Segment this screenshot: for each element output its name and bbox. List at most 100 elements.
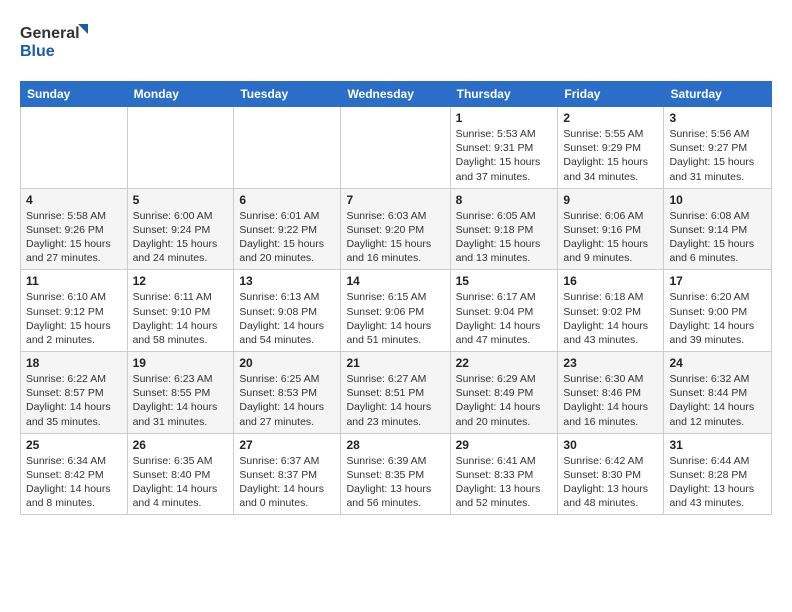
day-info: Sunrise: 6:41 AM Sunset: 8:33 PM Dayligh… [456, 454, 553, 511]
day-number: 25 [26, 438, 122, 452]
day-info: Sunrise: 5:55 AM Sunset: 9:29 PM Dayligh… [563, 127, 658, 184]
header: General Blue [20, 16, 772, 71]
logo-icon: General Blue [20, 16, 90, 66]
day-number: 24 [669, 356, 766, 370]
calendar-cell: 8 Sunrise: 6:05 AM Sunset: 9:18 PM Daylig… [450, 188, 558, 270]
day-info: Sunrise: 6:34 AM Sunset: 8:42 PM Dayligh… [26, 454, 122, 511]
calendar-cell: 11 Sunrise: 6:10 AM Sunset: 9:12 PM Dayli… [21, 270, 128, 352]
day-number: 21 [346, 356, 444, 370]
day-info: Sunrise: 6:08 AM Sunset: 9:14 PM Dayligh… [669, 209, 766, 266]
day-info: Sunrise: 6:42 AM Sunset: 8:30 PM Dayligh… [563, 454, 658, 511]
weekday-header-monday: Monday [127, 82, 234, 107]
svg-text:General: General [20, 25, 80, 42]
day-info: Sunrise: 6:27 AM Sunset: 8:51 PM Dayligh… [346, 372, 444, 429]
calendar-cell: 27 Sunrise: 6:37 AM Sunset: 8:37 PM Dayli… [234, 433, 341, 515]
calendar-cell: 24 Sunrise: 6:32 AM Sunset: 8:44 PM Dayli… [664, 352, 772, 434]
calendar-cell: 15Sunrise: 6:17 AM Sunset: 9:04 PM Dayli… [450, 270, 558, 352]
day-number: 11 [26, 274, 122, 288]
day-number: 7 [346, 193, 444, 207]
calendar-week-2: 4Sunrise: 5:58 AM Sunset: 9:26 PM Daylig… [21, 188, 772, 270]
calendar-cell: 13 Sunrise: 6:13 AM Sunset: 9:08 PM Dayli… [234, 270, 341, 352]
day-number: 8 [456, 193, 553, 207]
calendar-cell: 25 Sunrise: 6:34 AM Sunset: 8:42 PM Dayli… [21, 433, 128, 515]
day-info: Sunrise: 6:00 AM Sunset: 9:24 PM Dayligh… [133, 209, 229, 266]
day-number: 3 [669, 111, 766, 125]
day-info: Sunrise: 6:06 AM Sunset: 9:16 PM Dayligh… [563, 209, 658, 266]
calendar-cell [234, 107, 341, 189]
logo: General Blue [20, 16, 90, 71]
day-number: 17 [669, 274, 766, 288]
weekday-header-thursday: Thursday [450, 82, 558, 107]
svg-text:Blue: Blue [20, 43, 55, 60]
calendar-cell: 23Sunrise: 6:30 AM Sunset: 8:46 PM Dayli… [558, 352, 664, 434]
day-info: Sunrise: 6:05 AM Sunset: 9:18 PM Dayligh… [456, 209, 553, 266]
day-number: 5 [133, 193, 229, 207]
day-number: 30 [563, 438, 658, 452]
calendar-cell: 31 Sunrise: 6:44 AM Sunset: 8:28 PM Dayli… [664, 433, 772, 515]
calendar-cell: 18 Sunrise: 6:22 AM Sunset: 8:57 PM Dayli… [21, 352, 128, 434]
day-info: Sunrise: 6:11 AM Sunset: 9:10 PM Dayligh… [133, 290, 229, 347]
calendar-table: SundayMondayTuesdayWednesdayThursdayFrid… [20, 81, 772, 515]
calendar-cell: 28Sunrise: 6:39 AM Sunset: 8:35 PM Dayli… [341, 433, 450, 515]
calendar-cell: 12 Sunrise: 6:11 AM Sunset: 9:10 PM Dayli… [127, 270, 234, 352]
day-info: Sunrise: 6:23 AM Sunset: 8:55 PM Dayligh… [133, 372, 229, 429]
day-info: Sunrise: 5:58 AM Sunset: 9:26 PM Dayligh… [26, 209, 122, 266]
page: General Blue SundayMondayTuesdayWednesda… [0, 0, 792, 612]
day-info: Sunrise: 6:35 AM Sunset: 8:40 PM Dayligh… [133, 454, 229, 511]
day-info: Sunrise: 5:53 AM Sunset: 9:31 PM Dayligh… [456, 127, 553, 184]
day-number: 23 [563, 356, 658, 370]
calendar-cell: 22Sunrise: 6:29 AM Sunset: 8:49 PM Dayli… [450, 352, 558, 434]
calendar-cell [127, 107, 234, 189]
day-info: Sunrise: 5:56 AM Sunset: 9:27 PM Dayligh… [669, 127, 766, 184]
day-number: 22 [456, 356, 553, 370]
day-number: 2 [563, 111, 658, 125]
day-number: 14 [346, 274, 444, 288]
calendar-cell: 9Sunrise: 6:06 AM Sunset: 9:16 PM Daylig… [558, 188, 664, 270]
day-info: Sunrise: 6:32 AM Sunset: 8:44 PM Dayligh… [669, 372, 766, 429]
day-info: Sunrise: 6:18 AM Sunset: 9:02 PM Dayligh… [563, 290, 658, 347]
day-info: Sunrise: 6:44 AM Sunset: 8:28 PM Dayligh… [669, 454, 766, 511]
day-number: 6 [239, 193, 335, 207]
calendar-cell: 21 Sunrise: 6:27 AM Sunset: 8:51 PM Dayli… [341, 352, 450, 434]
calendar-cell: 17 Sunrise: 6:20 AM Sunset: 9:00 PM Dayli… [664, 270, 772, 352]
day-info: Sunrise: 6:37 AM Sunset: 8:37 PM Dayligh… [239, 454, 335, 511]
calendar-cell: 5 Sunrise: 6:00 AM Sunset: 9:24 PM Daylig… [127, 188, 234, 270]
day-info: Sunrise: 6:25 AM Sunset: 8:53 PM Dayligh… [239, 372, 335, 429]
weekday-header-sunday: Sunday [21, 82, 128, 107]
day-number: 15 [456, 274, 553, 288]
day-info: Sunrise: 6:15 AM Sunset: 9:06 PM Dayligh… [346, 290, 444, 347]
day-info: Sunrise: 6:03 AM Sunset: 9:20 PM Dayligh… [346, 209, 444, 266]
calendar-cell: 4Sunrise: 5:58 AM Sunset: 9:26 PM Daylig… [21, 188, 128, 270]
day-number: 13 [239, 274, 335, 288]
day-number: 27 [239, 438, 335, 452]
day-info: Sunrise: 6:13 AM Sunset: 9:08 PM Dayligh… [239, 290, 335, 347]
day-info: Sunrise: 6:01 AM Sunset: 9:22 PM Dayligh… [239, 209, 335, 266]
day-info: Sunrise: 6:22 AM Sunset: 8:57 PM Dayligh… [26, 372, 122, 429]
calendar-cell: 10Sunrise: 6:08 AM Sunset: 9:14 PM Dayli… [664, 188, 772, 270]
calendar-cell [21, 107, 128, 189]
day-info: Sunrise: 6:10 AM Sunset: 9:12 PM Dayligh… [26, 290, 122, 347]
day-number: 29 [456, 438, 553, 452]
calendar-cell: 2 Sunrise: 5:55 AM Sunset: 9:29 PM Daylig… [558, 107, 664, 189]
day-number: 31 [669, 438, 766, 452]
calendar-cell: 1Sunrise: 5:53 AM Sunset: 9:31 PM Daylig… [450, 107, 558, 189]
calendar-cell: 19Sunrise: 6:23 AM Sunset: 8:55 PM Dayli… [127, 352, 234, 434]
calendar-cell: 6 Sunrise: 6:01 AM Sunset: 9:22 PM Daylig… [234, 188, 341, 270]
calendar-week-5: 25 Sunrise: 6:34 AM Sunset: 8:42 PM Dayli… [21, 433, 772, 515]
weekday-header-friday: Friday [558, 82, 664, 107]
day-info: Sunrise: 6:20 AM Sunset: 9:00 PM Dayligh… [669, 290, 766, 347]
day-number: 20 [239, 356, 335, 370]
day-number: 12 [133, 274, 229, 288]
day-number: 16 [563, 274, 658, 288]
calendar-cell: 20 Sunrise: 6:25 AM Sunset: 8:53 PM Dayli… [234, 352, 341, 434]
day-number: 18 [26, 356, 122, 370]
day-number: 28 [346, 438, 444, 452]
calendar-header-row: SundayMondayTuesdayWednesdayThursdayFrid… [21, 82, 772, 107]
calendar-cell: 14 Sunrise: 6:15 AM Sunset: 9:06 PM Dayli… [341, 270, 450, 352]
calendar-week-4: 18 Sunrise: 6:22 AM Sunset: 8:57 PM Dayli… [21, 352, 772, 434]
calendar-cell: 26Sunrise: 6:35 AM Sunset: 8:40 PM Dayli… [127, 433, 234, 515]
weekday-header-tuesday: Tuesday [234, 82, 341, 107]
weekday-header-saturday: Saturday [664, 82, 772, 107]
calendar-cell: 3 Sunrise: 5:56 AM Sunset: 9:27 PM Daylig… [664, 107, 772, 189]
calendar-cell: 7 Sunrise: 6:03 AM Sunset: 9:20 PM Daylig… [341, 188, 450, 270]
